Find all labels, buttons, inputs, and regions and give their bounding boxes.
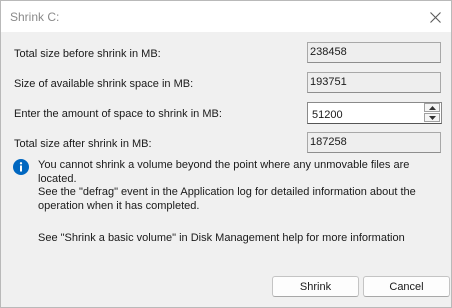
spin-up-button[interactable] [424, 103, 440, 112]
shrink-amount-input[interactable] [308, 103, 423, 123]
chevron-down-icon [428, 115, 436, 120]
info-line-2: See the "defrag" event in the Applicatio… [38, 186, 416, 198]
close-icon [429, 11, 441, 23]
total-after-label: Total size after shrink in MB: [14, 138, 152, 150]
info-line-3: operation when it has completed. [38, 199, 200, 212]
close-button[interactable] [423, 5, 447, 29]
title-bar: Shrink C: [1, 1, 451, 32]
total-before-value: 238458 [307, 42, 441, 63]
total-before-label: Total size before shrink in MB: [14, 48, 161, 60]
shrink-amount-label: Enter the amount of space to shrink in M… [14, 108, 222, 120]
spin-down-button[interactable] [424, 113, 440, 122]
available-space-value: 193751 [307, 72, 441, 93]
shrink-dialog: Shrink C: Total size before shrink in MB… [0, 0, 452, 308]
info-line-1: You cannot shrink a volume beyond the po… [38, 159, 410, 185]
available-space-label: Size of available shrink space in MB: [14, 78, 194, 90]
help-message: See "Shrink a basic volume" in Disk Mana… [38, 232, 405, 244]
total-after-value: 187258 [307, 132, 441, 153]
info-message: You cannot shrink a volume beyond the po… [38, 159, 443, 213]
cancel-button[interactable]: Cancel [363, 276, 450, 297]
info-icon [13, 159, 29, 175]
shrink-button[interactable]: Shrink [272, 276, 359, 297]
shrink-amount-spinbox [307, 102, 442, 124]
chevron-up-icon [428, 105, 436, 110]
window-title: Shrink C: [10, 10, 60, 24]
